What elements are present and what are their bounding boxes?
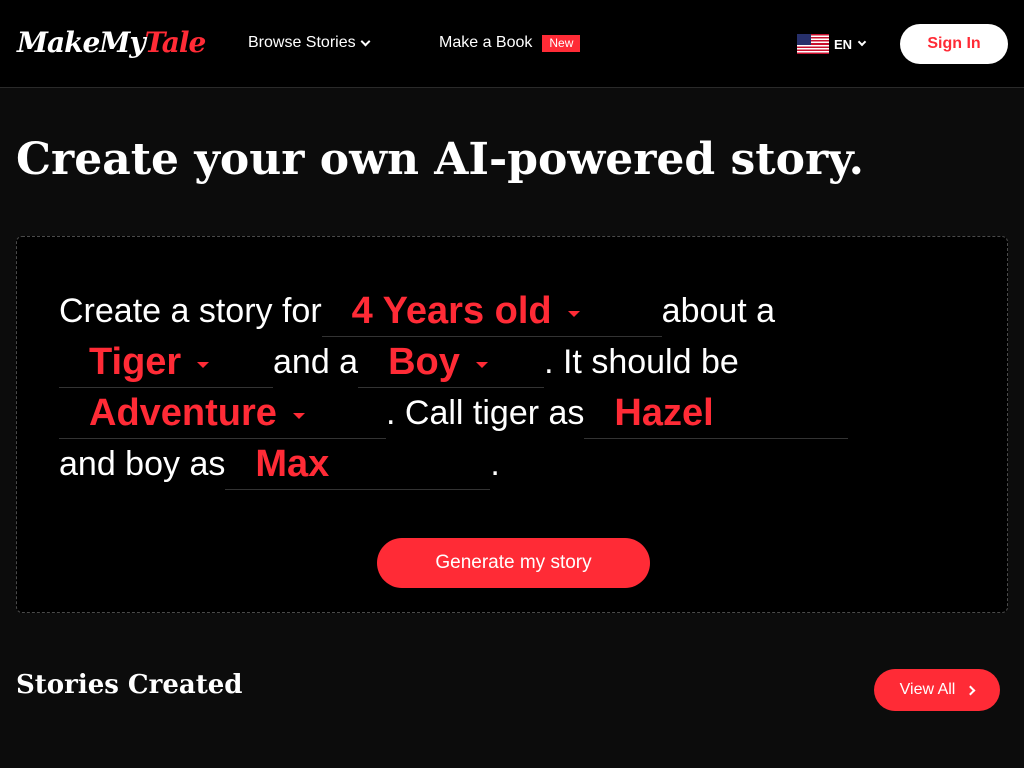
form-line-4: and boy as Max .: [59, 440, 500, 490]
us-flag-icon: [797, 34, 829, 54]
age-select[interactable]: 4 Years old: [321, 287, 662, 337]
make-a-book-label: Make a Book: [439, 34, 533, 51]
caret-down-icon: [292, 412, 305, 419]
make-a-book-link[interactable]: Make a Book New: [439, 34, 581, 52]
view-all-button[interactable]: View All: [874, 669, 1000, 711]
view-all-label: View All: [899, 681, 956, 698]
form-text: . It should be: [544, 343, 739, 381]
form-line-1: Create a story for 4 Years old about a: [59, 287, 775, 337]
form-line-2: Tiger and a Boy . It should be: [59, 338, 739, 388]
logo[interactable]: MakeMyTale: [17, 26, 207, 59]
generate-story-button[interactable]: Generate my story: [377, 538, 650, 588]
new-badge: New: [542, 34, 581, 52]
form-text: and a: [273, 343, 359, 381]
story-builder-form: Create a story for 4 Years old about a T…: [16, 236, 1008, 613]
caret-down-icon: [567, 310, 580, 317]
animal-name-input[interactable]: Hazel: [584, 389, 849, 439]
animal-name-value: Hazel: [614, 392, 714, 434]
animal-select[interactable]: Tiger: [59, 338, 273, 388]
caret-down-icon: [197, 361, 210, 368]
child-name-value: Max: [255, 443, 330, 485]
chevron-down-icon: [857, 37, 867, 47]
logo-accent-text: Tale: [144, 26, 207, 59]
logo-text: MakeMy: [17, 26, 146, 59]
language-selector[interactable]: EN: [797, 34, 867, 54]
language-code: EN: [834, 36, 853, 52]
gender-select[interactable]: Boy: [358, 338, 545, 388]
genre-value: Adventure: [89, 392, 277, 434]
top-navbar: MakeMyTale Browse Stories Make a Book Ne…: [0, 0, 1024, 88]
form-text: about a: [661, 292, 776, 330]
browse-stories-menu[interactable]: Browse Stories: [248, 34, 371, 52]
age-value: 4 Years old: [351, 290, 552, 332]
chevron-down-icon: [360, 36, 371, 46]
gender-value: Boy: [388, 341, 460, 383]
form-text: and boy as: [59, 445, 226, 483]
form-line-3: Adventure . Call tiger as Hazel: [59, 389, 849, 439]
animal-value: Tiger: [89, 341, 182, 383]
sign-in-button[interactable]: Sign In: [900, 24, 1008, 64]
browse-stories-label: Browse Stories: [248, 34, 356, 51]
page-title: Create your own AI-powered story.: [16, 134, 864, 185]
stories-created-heading: Stories Created: [16, 670, 243, 700]
genre-select[interactable]: Adventure: [59, 389, 386, 439]
form-text: .: [490, 445, 500, 483]
form-text: . Call tiger as: [386, 394, 585, 432]
chevron-right-icon: [965, 685, 976, 695]
form-text: Create a story for: [59, 292, 322, 330]
caret-down-icon: [475, 361, 488, 368]
child-name-input[interactable]: Max: [225, 440, 491, 490]
